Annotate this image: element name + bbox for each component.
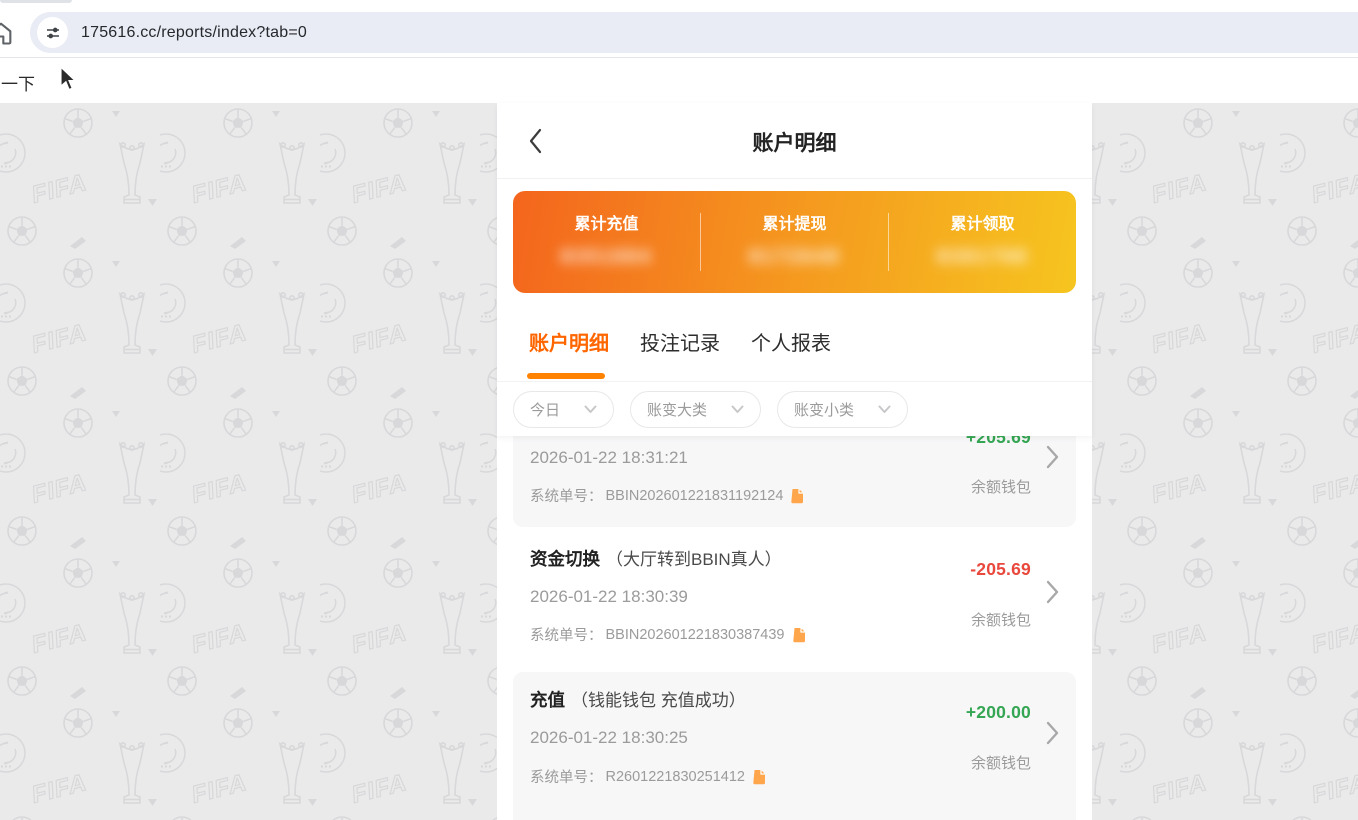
order-label: 系统单号： — [530, 624, 603, 645]
url-text[interactable]: 175616.cc/reports/index?tab=0 — [81, 24, 307, 42]
tab-account-detail[interactable]: 账户明细 — [529, 327, 609, 356]
order-number: R2601221830251412 — [606, 769, 746, 785]
summary-label: 累计提现 — [762, 210, 826, 234]
summary-value-masked: 8172648 — [749, 246, 841, 269]
list-item[interactable]: +205.69 2026-01-22 18:31:21 余额钱包 系统单号：BB… — [513, 436, 1076, 527]
amount: +200.00 — [966, 702, 1031, 723]
amount: -205.69 — [970, 559, 1031, 580]
summary-claim: 累计领取 8381788 — [889, 191, 1076, 293]
summary-value-masked: 8351884 — [561, 246, 653, 269]
summary-deposit: 累计充值 8351884 — [513, 191, 700, 293]
summary-label: 累计领取 — [950, 210, 1014, 234]
tabs: 账户明细 投注记录 个人报表 — [529, 327, 831, 356]
tune-icon — [44, 24, 62, 42]
chevron-down-icon — [878, 405, 891, 414]
order-number: BBIN202601221830387439 — [606, 627, 785, 643]
transaction-title: 资金切换（大厅转到BBIN真人） — [530, 545, 782, 571]
page-header: 账户明细 — [497, 103, 1092, 179]
copy-icon[interactable] — [752, 769, 766, 785]
browser-toolbar: 175616.cc/reports/index?tab=0 — [0, 0, 1358, 58]
address-bar[interactable]: 175616.cc/reports/index?tab=0 — [30, 12, 1358, 53]
copy-icon[interactable] — [792, 627, 806, 643]
filter-label: 账变小类 — [794, 399, 854, 420]
filter-row: 今日 账变大类 账变小类 — [513, 391, 908, 428]
list-item[interactable]: 充值（钱能钱包 充值成功） +200.00 2026-01-22 18:30:2… — [513, 672, 1076, 820]
mouse-cursor — [57, 66, 79, 92]
partial-page-text: 一下 — [1, 70, 35, 95]
home-icon[interactable] — [0, 19, 15, 47]
filter-label: 今日 — [530, 399, 560, 420]
chevron-right-icon[interactable] — [1045, 444, 1060, 475]
page-title: 账户明细 — [497, 127, 1092, 157]
order-row: 系统单号：R2601221830251412 — [530, 766, 766, 787]
site-info-button[interactable] — [37, 17, 68, 48]
tab-personal-report[interactable]: 个人报表 — [751, 327, 831, 356]
wallet-label: 余额钱包 — [971, 609, 1031, 630]
transaction-subtitle: （大厅转到BBIN真人） — [606, 550, 782, 569]
order-label: 系统单号： — [530, 485, 603, 506]
screen: 175616.cc/reports/index?tab=0 一下 — [0, 0, 1358, 820]
panel-sticky-header: 账户明细 累计充值 8351884 累计提现 8172648 累计领取 — [497, 103, 1092, 436]
tab-bet-records[interactable]: 投注记录 — [640, 327, 720, 356]
copy-icon[interactable] — [790, 488, 804, 504]
amount: +205.69 — [966, 436, 1031, 448]
page-top-strip: 一下 — [0, 59, 1358, 103]
chevron-right-icon[interactable] — [1045, 579, 1060, 610]
transaction-title: 充值（钱能钱包 充值成功） — [530, 686, 746, 712]
filter-date-dropdown[interactable]: 今日 — [513, 391, 614, 428]
filter-label: 账变大类 — [647, 399, 707, 420]
filter-major-category-dropdown[interactable]: 账变大类 — [630, 391, 761, 428]
wallet-label: 余额钱包 — [971, 476, 1031, 497]
summary-label: 累计充值 — [574, 210, 638, 234]
summary-withdraw: 累计提现 8172648 — [701, 191, 888, 293]
datetime: 2026-01-22 18:30:25 — [530, 728, 688, 748]
datetime: 2026-01-22 18:31:21 — [530, 448, 688, 468]
chevron-down-icon — [584, 405, 597, 414]
datetime: 2026-01-22 18:30:39 — [530, 587, 688, 607]
divider — [497, 381, 1092, 382]
order-label: 系统单号： — [530, 766, 603, 787]
chevron-right-icon[interactable] — [1045, 720, 1060, 751]
summary-value-masked: 8381788 — [937, 246, 1029, 269]
active-tab-underline — [527, 373, 605, 379]
order-number: BBIN202601221831192124 — [606, 488, 784, 504]
filter-minor-category-dropdown[interactable]: 账变小类 — [777, 391, 908, 428]
tab-strip-fragment — [0, 0, 72, 3]
transaction-subtitle: （钱能钱包 充值成功） — [571, 691, 746, 710]
order-row: 系统单号：BBIN202601221830387439 — [530, 624, 806, 645]
summary-card: 累计充值 8351884 累计提现 8172648 累计领取 8381788 — [513, 191, 1076, 293]
chevron-down-icon — [731, 405, 744, 414]
order-row: 系统单号：BBIN202601221831192124 — [530, 485, 804, 506]
page-background: FIFA +205.69 2026-01-22 18:31:21 — [0, 103, 1358, 820]
app-panel: +205.69 2026-01-22 18:31:21 余额钱包 系统单号：BB… — [497, 103, 1092, 820]
list-item[interactable]: 资金切换（大厅转到BBIN真人） -205.69 2026-01-22 18:3… — [513, 527, 1076, 672]
wallet-label: 余额钱包 — [971, 752, 1031, 773]
transaction-list[interactable]: +205.69 2026-01-22 18:31:21 余额钱包 系统单号：BB… — [497, 436, 1092, 820]
